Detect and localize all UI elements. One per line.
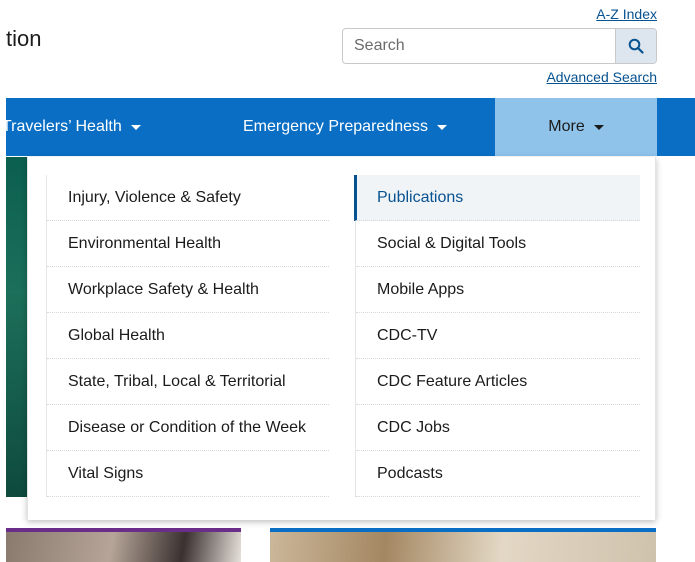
more-dropdown-menu: Injury, Violence & Safety Environmental … (27, 157, 656, 520)
nav-more[interactable]: More (495, 98, 657, 156)
feature-card-image[interactable] (270, 528, 656, 562)
menu-item-social-digital-tools[interactable]: Social & Digital Tools (356, 221, 640, 267)
menu-item-global-health[interactable]: Global Health (47, 313, 329, 359)
nav-label: Travelers’ Health (2, 118, 122, 135)
menu-item-podcasts[interactable]: Podcasts (356, 451, 640, 497)
search-icon (628, 38, 644, 54)
dropdown-column-right: Publications Social & Digital Tools Mobi… (354, 175, 640, 497)
menu-item-disease-of-week[interactable]: Disease or Condition of the Week (47, 405, 329, 451)
menu-item-cdc-tv[interactable]: CDC-TV (356, 313, 640, 359)
menu-item-environmental-health[interactable]: Environmental Health (47, 221, 329, 267)
menu-item-vital-signs[interactable]: Vital Signs (47, 451, 329, 497)
caret-down-icon (130, 124, 141, 130)
az-index-link[interactable]: A-Z Index (596, 6, 657, 22)
menu-item-feature-articles[interactable]: CDC Feature Articles (356, 359, 640, 405)
menu-item-injury-violence-safety[interactable]: Injury, Violence & Safety (47, 175, 329, 221)
caret-down-icon (593, 124, 604, 130)
nav-travelers-health[interactable]: Travelers’ Health (2, 98, 141, 156)
site-logo-text[interactable]: tion (6, 26, 41, 52)
nav-label: More (548, 118, 585, 135)
nav-label: Emergency Preparedness (243, 118, 428, 135)
nav-emergency-preparedness[interactable]: Emergency Preparedness (243, 98, 447, 156)
advanced-search-link[interactable]: Advanced Search (546, 69, 657, 85)
menu-item-workplace-safety[interactable]: Workplace Safety & Health (47, 267, 329, 313)
search-input[interactable] (343, 29, 615, 63)
hero-image (6, 157, 28, 497)
menu-item-mobile-apps[interactable]: Mobile Apps (356, 267, 640, 313)
main-nav: Travelers’ Health Emergency Preparedness… (2, 98, 695, 156)
caret-down-icon (436, 124, 447, 130)
menu-item-cdc-jobs[interactable]: CDC Jobs (356, 405, 640, 451)
search-button[interactable] (615, 29, 656, 63)
menu-item-state-tribal-local[interactable]: State, Tribal, Local & Territorial (47, 359, 329, 405)
feature-card-image[interactable] (6, 528, 241, 562)
search-form (342, 28, 657, 64)
menu-item-publications[interactable]: Publications (354, 175, 640, 221)
dropdown-column-left: Injury, Violence & Safety Environmental … (46, 175, 329, 497)
